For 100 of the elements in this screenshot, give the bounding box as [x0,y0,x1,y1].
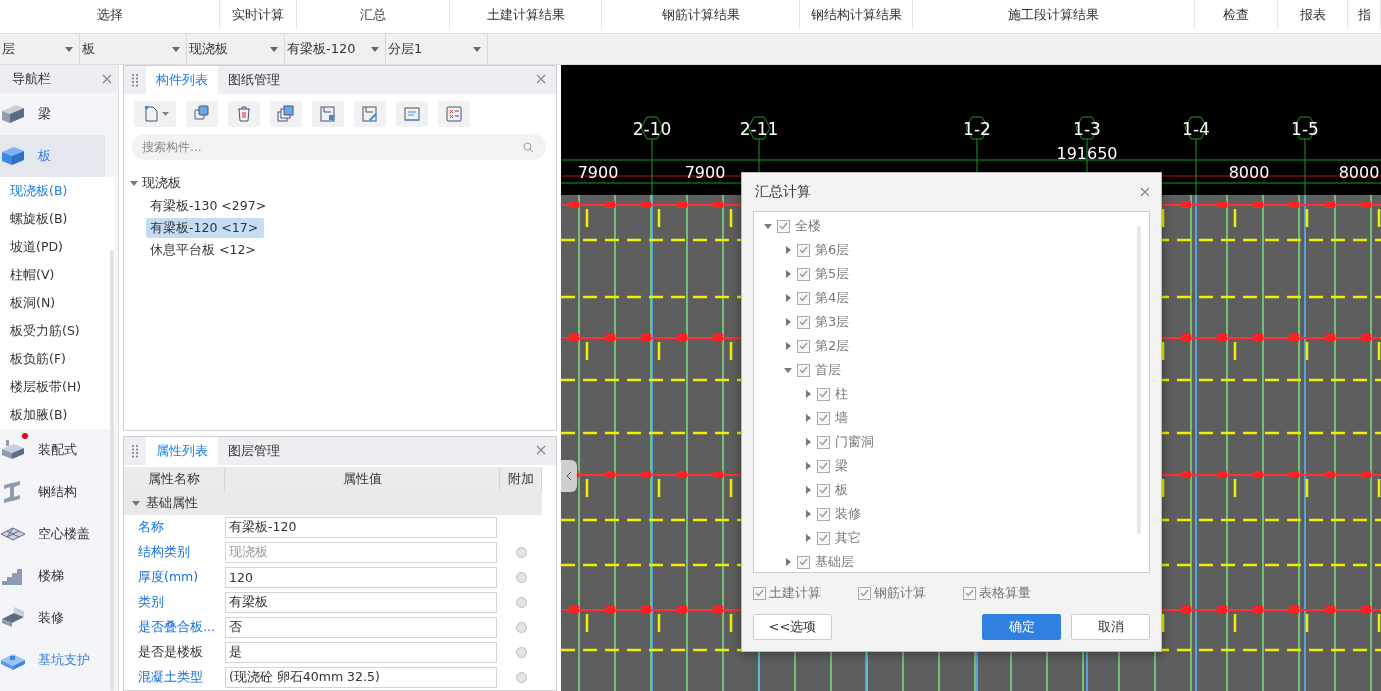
tree-label[interactable]: 柱 [835,385,848,403]
nav-item[interactable]: 装修 [0,597,105,639]
nav-item[interactable]: 钢结构 [0,471,105,513]
radio-button[interactable] [515,572,527,583]
radio-button[interactable] [515,647,527,658]
checkbox[interactable] [797,555,810,569]
expanded-arrow-icon[interactable] [764,222,772,230]
tree-label[interactable]: 第4层 [815,289,850,307]
toolbar-button[interactable] [438,101,470,127]
nav-item[interactable]: 梁 [0,93,105,135]
expanded-arrow-icon[interactable] [130,179,138,187]
property-value-field[interactable]: 120 [225,567,497,588]
tree-item[interactable]: 有梁板-130 <297> [146,196,273,216]
checkbox[interactable] [797,315,810,329]
expanded-arrow-icon[interactable] [784,366,792,374]
dropdown[interactable]: 分层1 [386,34,488,64]
collapsed-arrow-icon[interactable] [784,294,792,302]
checkbox[interactable] [797,243,810,257]
tab[interactable]: 图层管理 [218,437,290,465]
checkbox-label[interactable]: 土建计算 [769,584,821,602]
tree-label[interactable]: 现浇板 [142,174,181,192]
tab[interactable]: 属性列表 [146,437,218,465]
tree-label[interactable]: 全楼 [795,217,821,235]
property-value-field[interactable]: 有梁板 [225,592,497,613]
toolbar-button[interactable] [228,101,260,127]
toolbar-button[interactable] [396,101,428,127]
collapsed-arrow-icon[interactable] [804,438,812,446]
nav-subitem[interactable]: 板加腋(B) [0,401,115,429]
dropdown[interactable]: 有梁板-120 [285,34,386,64]
property-value-field[interactable]: 是 [225,642,497,663]
radio-button[interactable] [515,672,527,683]
close-icon[interactable] [536,74,546,84]
nav-subitem[interactable]: 坡道(PD) [0,233,115,261]
property-value-field[interactable]: 有梁板-120 [225,517,497,538]
collapsed-arrow-icon[interactable] [804,534,812,542]
tree-item[interactable]: 休息平台板 <12> [146,240,262,260]
tree-label[interactable]: 梁 [835,457,848,475]
dialog-button[interactable]: <<选项 [753,614,832,640]
checkbox[interactable] [777,219,790,233]
nav-subitem[interactable]: 楼层板带(H) [0,373,115,401]
property-value-field[interactable]: 否 [225,617,497,638]
checkbox-label[interactable]: 钢筋计算 [874,584,926,602]
collapsed-arrow-icon[interactable] [804,390,812,398]
property-value-field[interactable]: (现浇砼 卵石40mm 32.5) [225,667,497,688]
checkbox[interactable] [797,267,810,281]
close-icon[interactable] [1140,187,1150,197]
close-icon[interactable] [536,445,546,455]
collapsed-arrow-icon[interactable] [804,414,812,422]
tree-label[interactable]: 装修 [835,505,861,523]
dialog-button[interactable]: 取消 [1071,614,1150,640]
checkbox[interactable] [963,586,976,600]
checkbox[interactable] [817,411,830,425]
checkbox[interactable] [817,531,830,545]
collapsed-arrow-icon[interactable] [784,246,792,254]
nav-subitem[interactable]: 柱帽(V) [0,261,115,289]
tree-label[interactable]: 第5层 [815,265,850,283]
checkbox[interactable] [817,483,830,497]
tree-item[interactable]: 有梁板-120 <17> [146,218,265,238]
collapse-handle[interactable] [561,460,577,492]
checkbox[interactable] [753,586,766,600]
toolbar-button[interactable] [354,101,386,127]
collapsed-arrow-icon[interactable] [784,342,792,350]
dropdown[interactable]: 现浇板 [187,34,285,64]
collapsed-arrow-icon[interactable] [784,270,792,278]
tree-label[interactable]: 板 [835,481,848,499]
tree-label[interactable]: 第2层 [815,337,850,355]
collapsed-arrow-icon[interactable] [784,558,792,566]
tree-label[interactable]: 第3层 [815,313,850,331]
nav-subitem[interactable]: 板受力筋(S) [0,317,115,345]
tree-label[interactable]: 首层 [815,361,841,379]
nav-item[interactable]: 楼梯 [0,555,105,597]
checkbox[interactable] [817,387,830,401]
collapsed-arrow-icon[interactable] [804,462,812,470]
search-field[interactable]: 搜索构件... [132,134,546,160]
tree-label[interactable]: 第6层 [815,241,850,259]
checkbox[interactable] [817,435,830,449]
checkbox[interactable] [817,507,830,521]
checkbox[interactable] [797,363,810,377]
nav-item[interactable]: 基坑支护 [0,639,105,681]
radio-button[interactable] [515,622,527,633]
radio-button[interactable] [515,547,527,558]
nav-subitem[interactable]: 板洞(N) [0,289,115,317]
dropdown[interactable]: 层 [0,34,80,64]
checkbox[interactable] [817,459,830,473]
toolbar-button[interactable] [186,101,218,127]
nav-item[interactable]: 空心楼盖 [0,513,105,555]
tab[interactable]: 构件列表 [146,66,218,94]
tab[interactable]: 图纸管理 [218,66,290,94]
nav-item[interactable]: 装配式 [0,429,105,471]
dropdown[interactable]: 板 [80,34,187,64]
collapsed-arrow-icon[interactable] [804,486,812,494]
toolbar-button[interactable] [312,101,344,127]
checkbox[interactable] [797,339,810,353]
collapsed-arrow-icon[interactable] [784,318,792,326]
checkbox[interactable] [858,586,871,600]
checkbox[interactable] [797,291,810,305]
tree-label[interactable]: 基础层 [815,553,854,571]
nav-subitem[interactable]: 板负筋(F) [0,345,115,373]
expanded-arrow-icon[interactable] [132,499,140,507]
dialog-button[interactable]: 确定 [982,614,1061,640]
